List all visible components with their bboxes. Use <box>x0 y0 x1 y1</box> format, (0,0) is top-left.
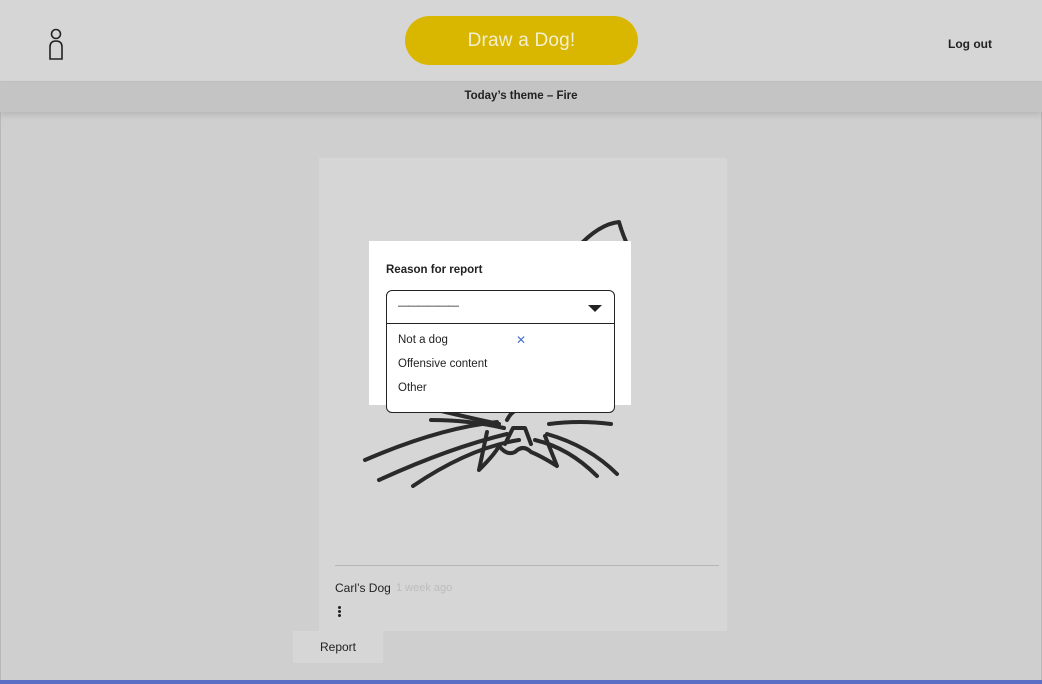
close-icon[interactable]: ✕ <box>516 334 528 346</box>
bottom-accent-bar <box>0 680 1042 684</box>
select-control[interactable]: —————— <box>387 291 614 324</box>
option-other[interactable]: Other <box>387 379 614 403</box>
select-options-list: Not a dog ✕ Offensive content Other <box>387 331 614 403</box>
report-reason-select[interactable]: —————— Not a dog ✕ Offensive content Oth… <box>386 290 615 413</box>
caret-down-icon[interactable] <box>588 305 602 312</box>
modal-title: Reason for report <box>386 264 483 276</box>
option-not-a-dog[interactable]: Not a dog ✕ <box>387 331 614 355</box>
logout-link[interactable]: Log out <box>948 37 992 51</box>
option-label: Other <box>398 382 427 394</box>
select-value: —————— <box>398 300 459 312</box>
top-header: Draw a Dog! Log out <box>0 0 1042 82</box>
option-offensive-content[interactable]: Offensive content <box>387 355 614 379</box>
kebab-menu-icon[interactable] <box>333 605 345 621</box>
person-outline-icon[interactable] <box>47 28 65 60</box>
draw-a-dog-button[interactable]: Draw a Dog! <box>405 16 638 65</box>
option-label: Offensive content <box>398 358 488 370</box>
post-timestamp: 1 week ago <box>396 582 453 594</box>
theme-banner: Today’s theme – Fire <box>0 82 1042 112</box>
report-modal: Reason for report —————— Not a dog ✕ Off… <box>369 241 631 413</box>
dog-name: Carl’s Dog <box>335 581 391 595</box>
option-label: Not a dog <box>398 334 448 346</box>
card-divider <box>335 565 719 566</box>
report-menu-item[interactable]: Report <box>293 631 383 663</box>
